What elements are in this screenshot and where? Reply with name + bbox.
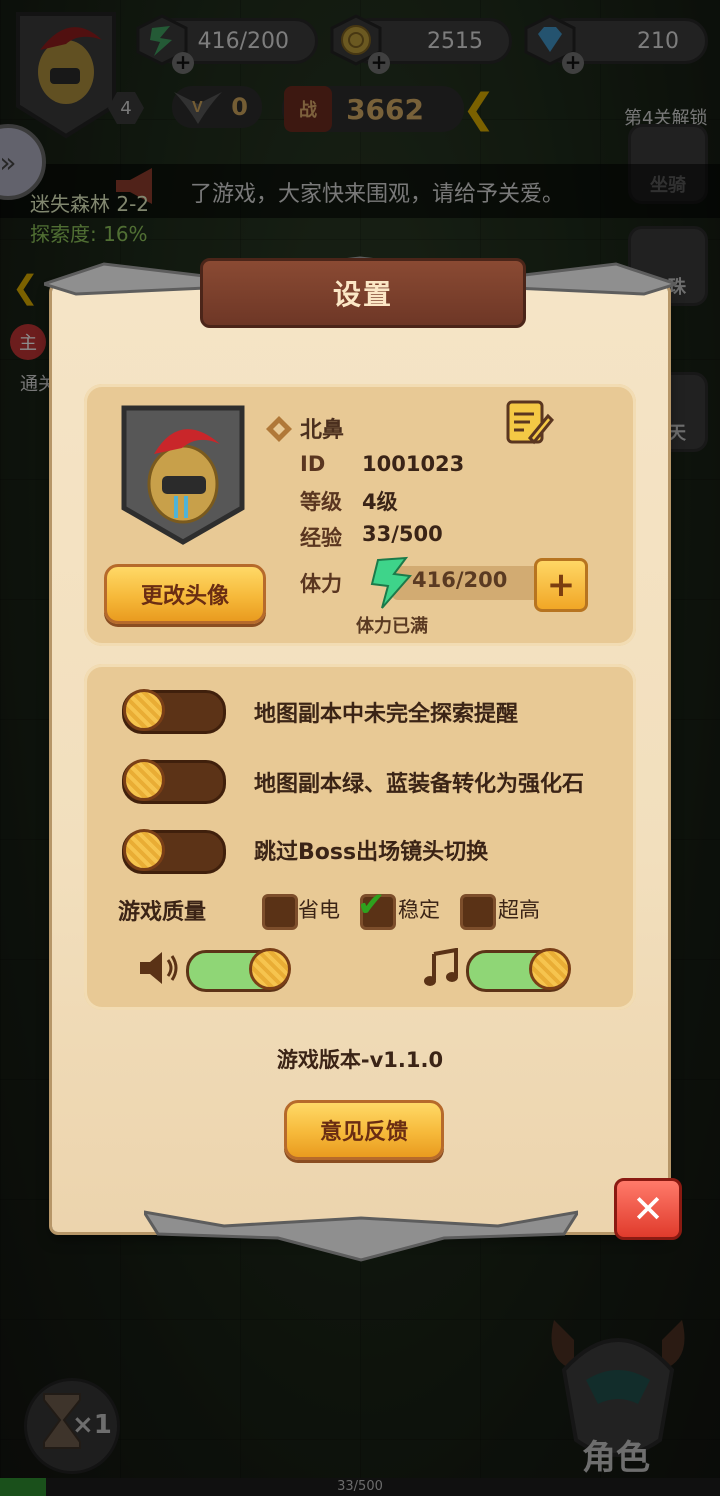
- sound-speaker-icon: [140, 952, 178, 984]
- quality-power-save-checkbox[interactable]: [262, 894, 298, 930]
- exp-label: 经验: [300, 526, 342, 550]
- toggle-knob: [529, 948, 571, 990]
- checkmark-icon: ✔: [357, 885, 386, 925]
- change-avatar-label: 更改头像: [140, 584, 229, 609]
- id-label: ID: [300, 452, 326, 476]
- toggle-skip-boss-cutscene[interactable]: [122, 829, 226, 874]
- quality-label: 游戏质量: [118, 900, 207, 925]
- profile-avatar: [121, 405, 245, 545]
- quality-ultra-label: 超高: [498, 898, 540, 922]
- game-version: 游戏版本-v1.1.0: [276, 1048, 444, 1072]
- feedback-label: 意见反馈: [319, 1120, 408, 1145]
- toggle-knob: [123, 689, 165, 731]
- level-label: 等级: [300, 490, 342, 514]
- quality-power-save-label: 省电: [298, 898, 340, 922]
- sound-toggle[interactable]: [186, 948, 291, 992]
- stamina-label: 体力: [300, 572, 342, 596]
- stamina-value: 416/200: [412, 568, 508, 592]
- level-value: 4级: [362, 490, 398, 514]
- option-skip-boss-cutscene: 跳过Boss出场镜头切换: [254, 840, 489, 865]
- music-note-icon: [424, 948, 458, 986]
- quality-ultra-checkbox[interactable]: [460, 894, 496, 930]
- toggle-knob: [123, 829, 165, 871]
- add-stamina-button[interactable]: +: [534, 558, 588, 612]
- stamina-crystal-icon: [370, 556, 412, 609]
- change-avatar-button[interactable]: 更改头像: [104, 564, 266, 624]
- toggle-knob: [249, 948, 291, 990]
- music-toggle[interactable]: [466, 948, 571, 992]
- name-diamond-icon: [266, 416, 292, 442]
- edit-name-icon[interactable]: [504, 398, 554, 446]
- close-button[interactable]: ✕: [614, 1178, 682, 1240]
- toggle-convert-equipment[interactable]: [122, 759, 226, 804]
- toggle-knob: [123, 759, 165, 801]
- settings-title-plate: 设置: [200, 258, 526, 328]
- settings-title: 设置: [332, 278, 393, 311]
- player-name: 北鼻: [300, 418, 345, 443]
- option-convert-equipment: 地图副本绿、蓝装备转化为强化石: [254, 772, 585, 797]
- exp-value: 33/500: [362, 522, 443, 546]
- option-explore-reminder: 地图副本中未完全探索提醒: [254, 702, 519, 727]
- id-value: 1001023: [362, 452, 465, 476]
- feedback-button[interactable]: 意见反馈: [284, 1100, 444, 1160]
- panel-bottom-ribbon: [144, 1210, 578, 1262]
- quality-stable-checkbox[interactable]: ✔: [357, 885, 396, 930]
- toggle-explore-reminder[interactable]: [122, 689, 226, 734]
- quality-stable-label: 稳定: [398, 898, 440, 922]
- stamina-status: 体力已满: [356, 616, 428, 637]
